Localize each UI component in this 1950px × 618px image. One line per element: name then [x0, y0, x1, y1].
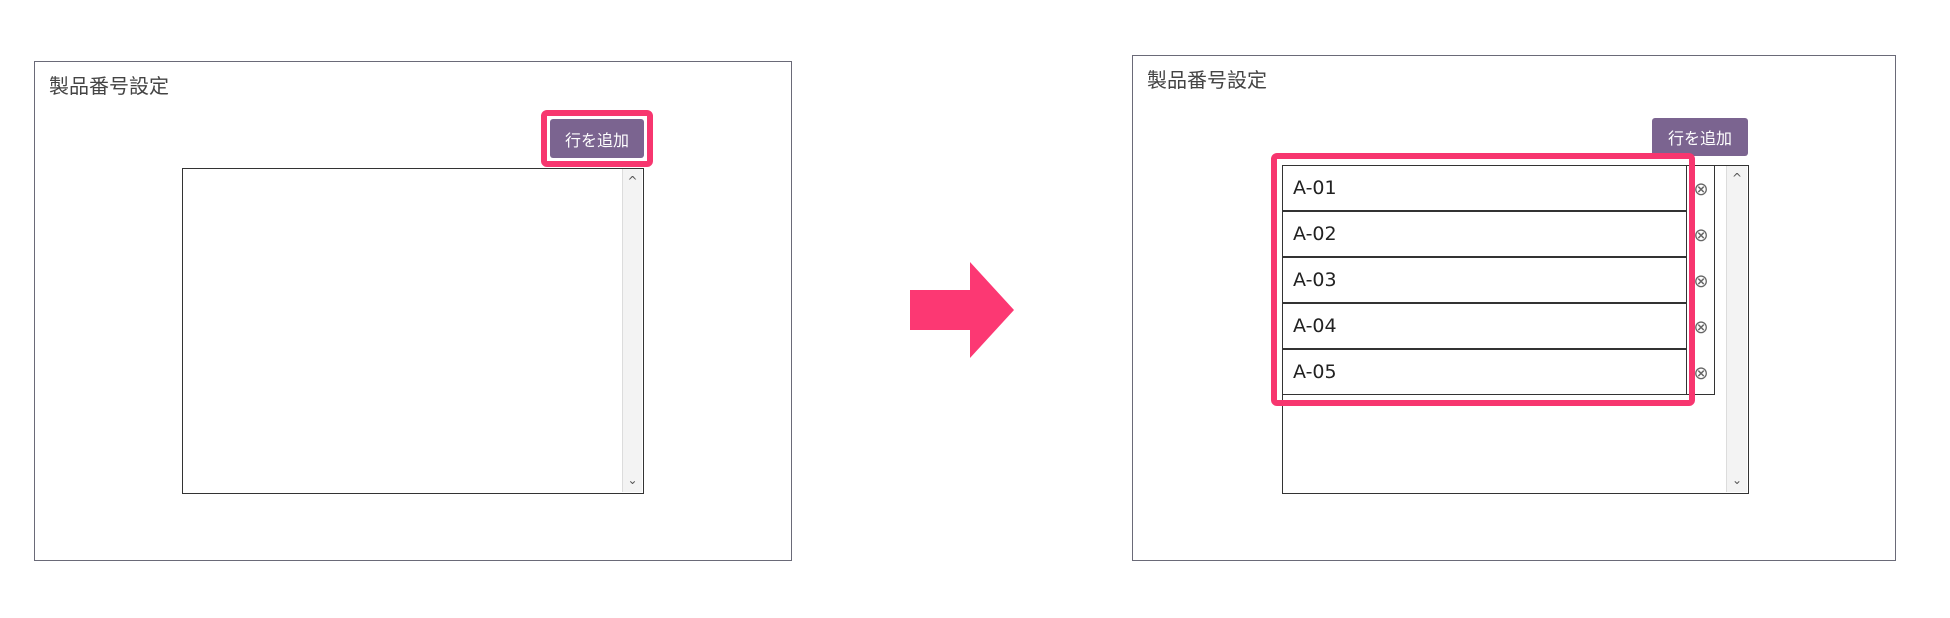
vertical-scrollbar[interactable]: ^ ⌄	[1726, 166, 1747, 492]
vertical-scrollbar[interactable]: ^ ⌄	[622, 169, 642, 492]
transition-arrow-icon	[910, 262, 1014, 358]
scroll-down-arrow-icon[interactable]: ⌄	[623, 470, 642, 490]
add-row-button[interactable]: 行を追加	[1652, 118, 1748, 156]
scroll-up-arrow-icon[interactable]: ^	[1727, 168, 1747, 188]
product-number-settings-panel-after: 製品番号設定 行を追加 ^ ⌄ A-01 ⊗ A-02 ⊗ A-03 ⊗ A-0…	[1132, 55, 1896, 561]
product-number-listbox[interactable]: ^ ⌄	[182, 168, 644, 494]
scroll-up-arrow-icon[interactable]: ^	[623, 171, 642, 191]
add-row-button[interactable]: 行を追加	[550, 119, 644, 158]
panel-title: 製品番号設定	[1147, 68, 1267, 92]
product-number-settings-panel-before: 製品番号設定 行を追加 ^ ⌄	[34, 61, 792, 561]
panel-title: 製品番号設定	[49, 74, 169, 98]
rows-highlight	[1271, 153, 1695, 406]
scroll-down-arrow-icon[interactable]: ⌄	[1727, 470, 1747, 490]
